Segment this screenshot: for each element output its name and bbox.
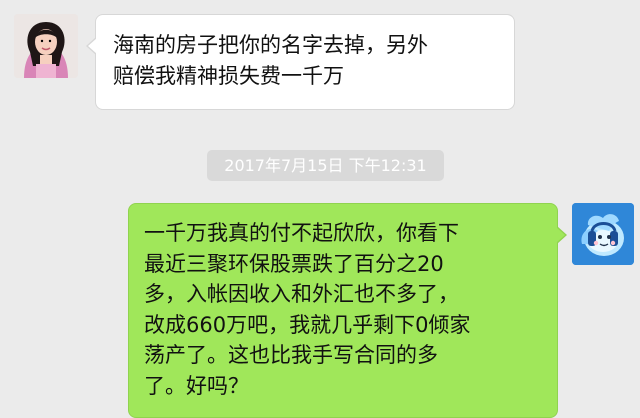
contact-avatar-icon[interactable] — [14, 14, 78, 78]
incoming-message-line-2: 赔偿我精神损失费一千万 — [113, 63, 344, 88]
outgoing-message-line-6: 了。好吗？ — [144, 373, 249, 398]
outgoing-message-line-2: 最近三聚环保股票跌了百分之20 — [144, 251, 444, 276]
message-timestamp: 2017年7月15日 下午12:31 — [207, 150, 444, 181]
user-avatar-icon[interactable] — [572, 203, 634, 265]
outgoing-message-line-1: 一千万我真的付不起欣欣，你看下 — [144, 221, 459, 245]
incoming-message-line-1: 海南的房子把你的名字去掉，另外 — [113, 33, 428, 57]
incoming-message-bubble[interactable]: 海南的房子把你的名字去掉，另外 赔偿我精神损失费一千万 — [86, 14, 515, 110]
outgoing-message-line-3: 多，入帐因收入和外汇也不多了， — [144, 282, 459, 306]
outgoing-message-bubble[interactable]: 一千万我真的付不起欣欣，你看下 最近三聚环保股票跌了百分之20 多，入帐因收入和… — [128, 203, 567, 418]
outgoing-message-line-4: 改成660万吧，我就几乎剩下0倾家 — [144, 312, 471, 337]
outgoing-message-line-5: 荡产了。这也比我手写合同的多 — [144, 343, 438, 367]
